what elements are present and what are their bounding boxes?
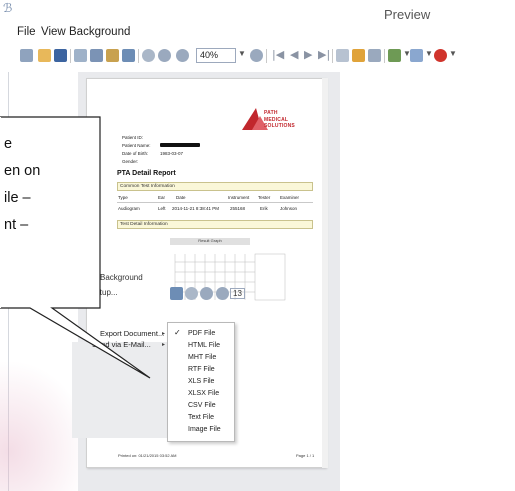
callout-bubble [0,116,151,379]
callout-line: ile – [4,190,31,206]
callout-line: e [4,136,13,152]
callout-line: en on [4,163,41,179]
callout-line: nt – [4,217,29,233]
